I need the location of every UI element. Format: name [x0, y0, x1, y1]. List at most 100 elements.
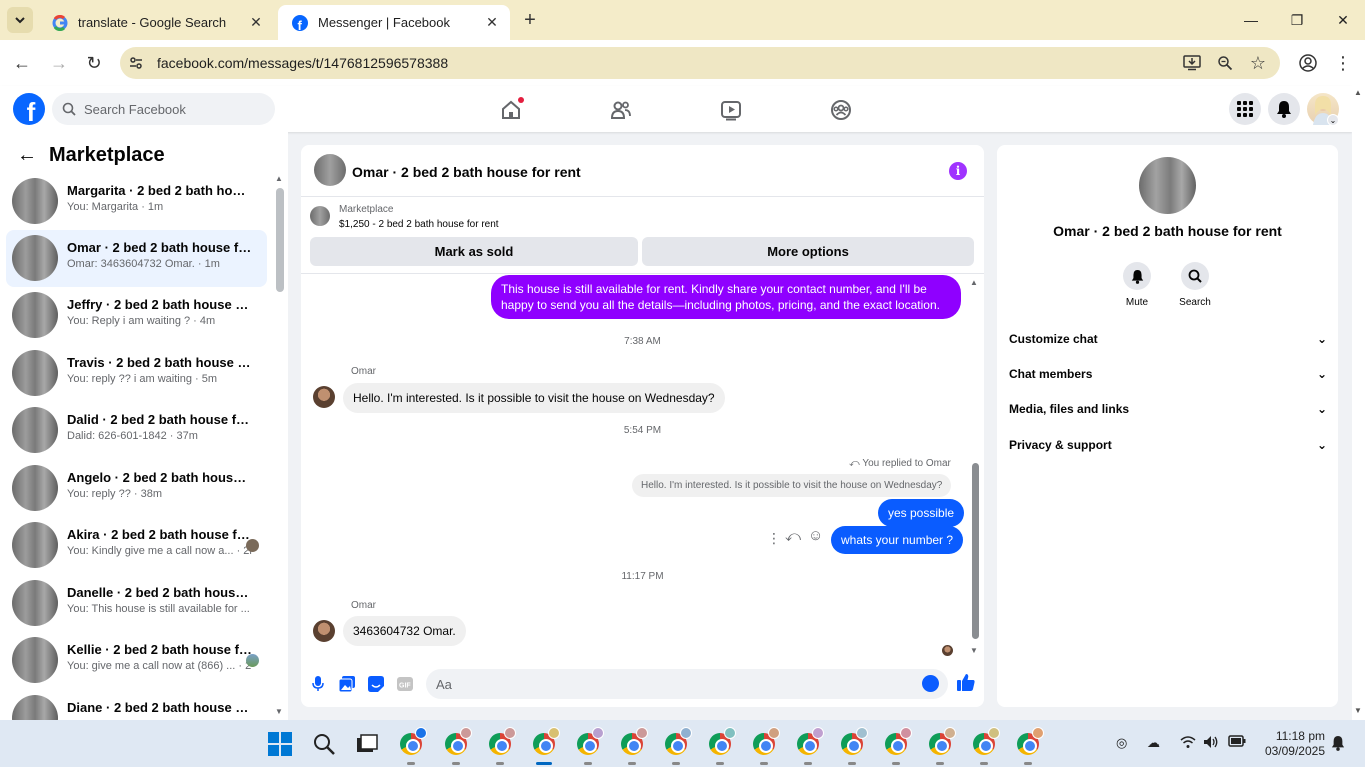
reply-icon[interactable]: ⤺ — [785, 528, 801, 545]
chrome-icon[interactable] — [489, 727, 516, 755]
more-options-button[interactable]: More options — [642, 237, 974, 266]
conversation-item[interactable]: Kellie · 2 bed 2 bath house fo... You: gi… — [6, 632, 267, 689]
chrome-icon[interactable] — [1017, 727, 1044, 755]
info-icon[interactable]: i — [949, 162, 967, 180]
menu-grid-button[interactable] — [1229, 93, 1261, 125]
conversation-item[interactable]: Dalid · 2 bed 2 bath house for r... Dalid… — [6, 402, 267, 459]
listing-thumbnail[interactable] — [310, 206, 330, 226]
page-scrollbar[interactable]: ▲ ▼ — [1352, 86, 1365, 720]
close-window-button[interactable]: ✕ — [1328, 8, 1358, 32]
groups-icon[interactable] — [829, 98, 853, 122]
chrome-icon[interactable] — [665, 727, 692, 755]
sticker-icon[interactable] — [367, 675, 385, 693]
bookmark-star-icon[interactable]: ☆ — [1248, 53, 1268, 73]
new-tab-button[interactable]: + — [518, 8, 542, 32]
more-actions-icon[interactable]: ⋮ — [767, 530, 781, 547]
conversation-item[interactable]: Margarita · 2 bed 2 bath house ... You: M… — [6, 173, 267, 230]
windows-start-icon[interactable] — [268, 732, 292, 756]
scroll-down-arrow[interactable]: ▼ — [275, 707, 283, 716]
chrome-icon[interactable] — [841, 727, 868, 755]
photo-icon[interactable] — [338, 675, 356, 693]
scroll-up-arrow[interactable]: ▲ — [970, 278, 978, 287]
tab-google-search[interactable]: translate - Google Search ✕ — [38, 5, 274, 40]
chrome-icon[interactable] — [973, 727, 1000, 755]
tab-search-dropdown-button[interactable] — [7, 7, 33, 33]
battery-icon[interactable] — [1228, 735, 1246, 750]
emoji-icon[interactable] — [922, 675, 939, 692]
video-icon[interactable] — [719, 98, 743, 122]
cloud-offline-icon[interactable]: ☁ — [1147, 735, 1160, 751]
chrome-icon[interactable] — [885, 727, 912, 755]
list-scrollbar[interactable] — [276, 188, 284, 292]
chrome-icon[interactable] — [753, 727, 780, 755]
privacy-support-section[interactable]: Privacy & support ⌄ — [1009, 435, 1327, 455]
facebook-logo[interactable]: f — [13, 93, 45, 125]
tray-app-icon[interactable]: ◎ — [1116, 735, 1127, 751]
chrome-icon[interactable] — [797, 727, 824, 755]
customize-chat-section[interactable]: Customize chat ⌄ — [1009, 329, 1327, 349]
site-info-icon[interactable] — [126, 53, 146, 73]
thumbs-up-icon[interactable] — [957, 673, 975, 691]
gif-icon[interactable]: GIF — [396, 675, 414, 693]
listing-title[interactable]: $1,250 - 2 bed 2 bath house for rent — [339, 219, 499, 230]
message-input[interactable]: Aa — [426, 669, 948, 699]
mute-button[interactable]: Mute — [1107, 262, 1167, 308]
chrome-icon[interactable] — [929, 727, 956, 755]
chat-scrollbar[interactable] — [972, 463, 979, 639]
search-in-chat-button[interactable]: Search — [1165, 262, 1225, 308]
wifi-icon[interactable] — [1180, 735, 1196, 752]
account-chevron-icon[interactable]: ⌄ — [1327, 114, 1339, 126]
outgoing-message[interactable]: This house is still available for rent. … — [491, 275, 961, 319]
volume-icon[interactable] — [1203, 735, 1219, 752]
task-view-icon[interactable] — [355, 732, 379, 756]
incoming-message[interactable]: 3463604732 Omar. — [343, 616, 466, 646]
outgoing-message[interactable]: yes possible — [878, 499, 965, 527]
chat-avatar[interactable] — [314, 154, 346, 186]
sender-avatar[interactable] — [313, 386, 335, 408]
scroll-up-arrow[interactable]: ▲ — [1354, 88, 1362, 97]
install-app-icon[interactable] — [1182, 53, 1202, 73]
close-tab-icon[interactable]: ✕ — [248, 14, 264, 31]
close-tab-icon[interactable]: ✕ — [484, 14, 500, 31]
media-files-links-section[interactable]: Media, files and links ⌄ — [1009, 399, 1327, 419]
back-arrow-icon[interactable]: ← — [17, 144, 37, 167]
quoted-message[interactable]: Hello. I'm interested. Is it possible to… — [632, 474, 952, 497]
conversation-item-selected[interactable]: Omar · 2 bed 2 bath house for r... Omar: … — [6, 230, 267, 287]
react-emoji-icon[interactable]: ☺ — [808, 527, 823, 544]
zoom-icon[interactable] — [1215, 53, 1235, 73]
back-button[interactable]: ← — [10, 51, 34, 75]
scroll-down-arrow[interactable]: ▼ — [970, 646, 978, 655]
tab-messenger[interactable]: f Messenger | Facebook ✕ — [278, 5, 510, 40]
chrome-icon[interactable] — [533, 727, 560, 755]
chrome-icon[interactable] — [400, 727, 427, 755]
conversation-item[interactable]: Diane · 2 bed 2 bath house for r... — [6, 690, 267, 720]
notification-bell-icon[interactable] — [1331, 735, 1345, 754]
facebook-search-input[interactable]: Search Facebook — [52, 93, 275, 125]
conversation-item[interactable]: Akira · 2 bed 2 bath house fo... You: Kin… — [6, 517, 267, 574]
conversation-item[interactable]: Travis · 2 bed 2 bath house for r... You:… — [6, 345, 267, 402]
browser-menu-icon[interactable]: ⋮ — [1331, 51, 1355, 75]
outgoing-message[interactable]: whats your number ? — [831, 526, 964, 554]
search-icon[interactable] — [312, 732, 336, 756]
conversation-item[interactable]: Jeffry · 2 bed 2 bath house for r... You:… — [6, 287, 267, 344]
sender-avatar[interactable] — [313, 620, 335, 642]
contact-avatar[interactable] — [1139, 157, 1196, 214]
incoming-message[interactable]: Hello. I'm interested. Is it possible to… — [343, 383, 725, 413]
scroll-down-arrow[interactable]: ▼ — [1354, 706, 1362, 715]
chrome-icon[interactable] — [709, 727, 736, 755]
notifications-button[interactable] — [1268, 93, 1300, 125]
chrome-icon[interactable] — [621, 727, 648, 755]
mark-as-sold-button[interactable]: Mark as sold — [310, 237, 638, 266]
conversation-item[interactable]: Angelo · 2 bed 2 bath house for... You: r… — [6, 460, 267, 517]
system-clock[interactable]: 11:18 pm 03/09/2025 — [1255, 729, 1325, 759]
minimize-button[interactable]: — — [1236, 8, 1266, 32]
address-bar[interactable]: facebook.com/messages/t/1476812596578388… — [120, 47, 1280, 79]
friends-icon[interactable] — [609, 98, 633, 122]
chat-title[interactable]: Omar · 2 bed 2 bath house for rent — [352, 164, 581, 180]
chrome-icon[interactable] — [445, 727, 472, 755]
microphone-icon[interactable] — [309, 675, 327, 693]
chat-members-section[interactable]: Chat members ⌄ — [1009, 364, 1327, 384]
profile-icon[interactable] — [1296, 51, 1320, 75]
forward-button[interactable]: → — [47, 51, 71, 75]
conversation-item[interactable]: Danelle · 2 bed 2 bath house fo... You: T… — [6, 575, 267, 632]
